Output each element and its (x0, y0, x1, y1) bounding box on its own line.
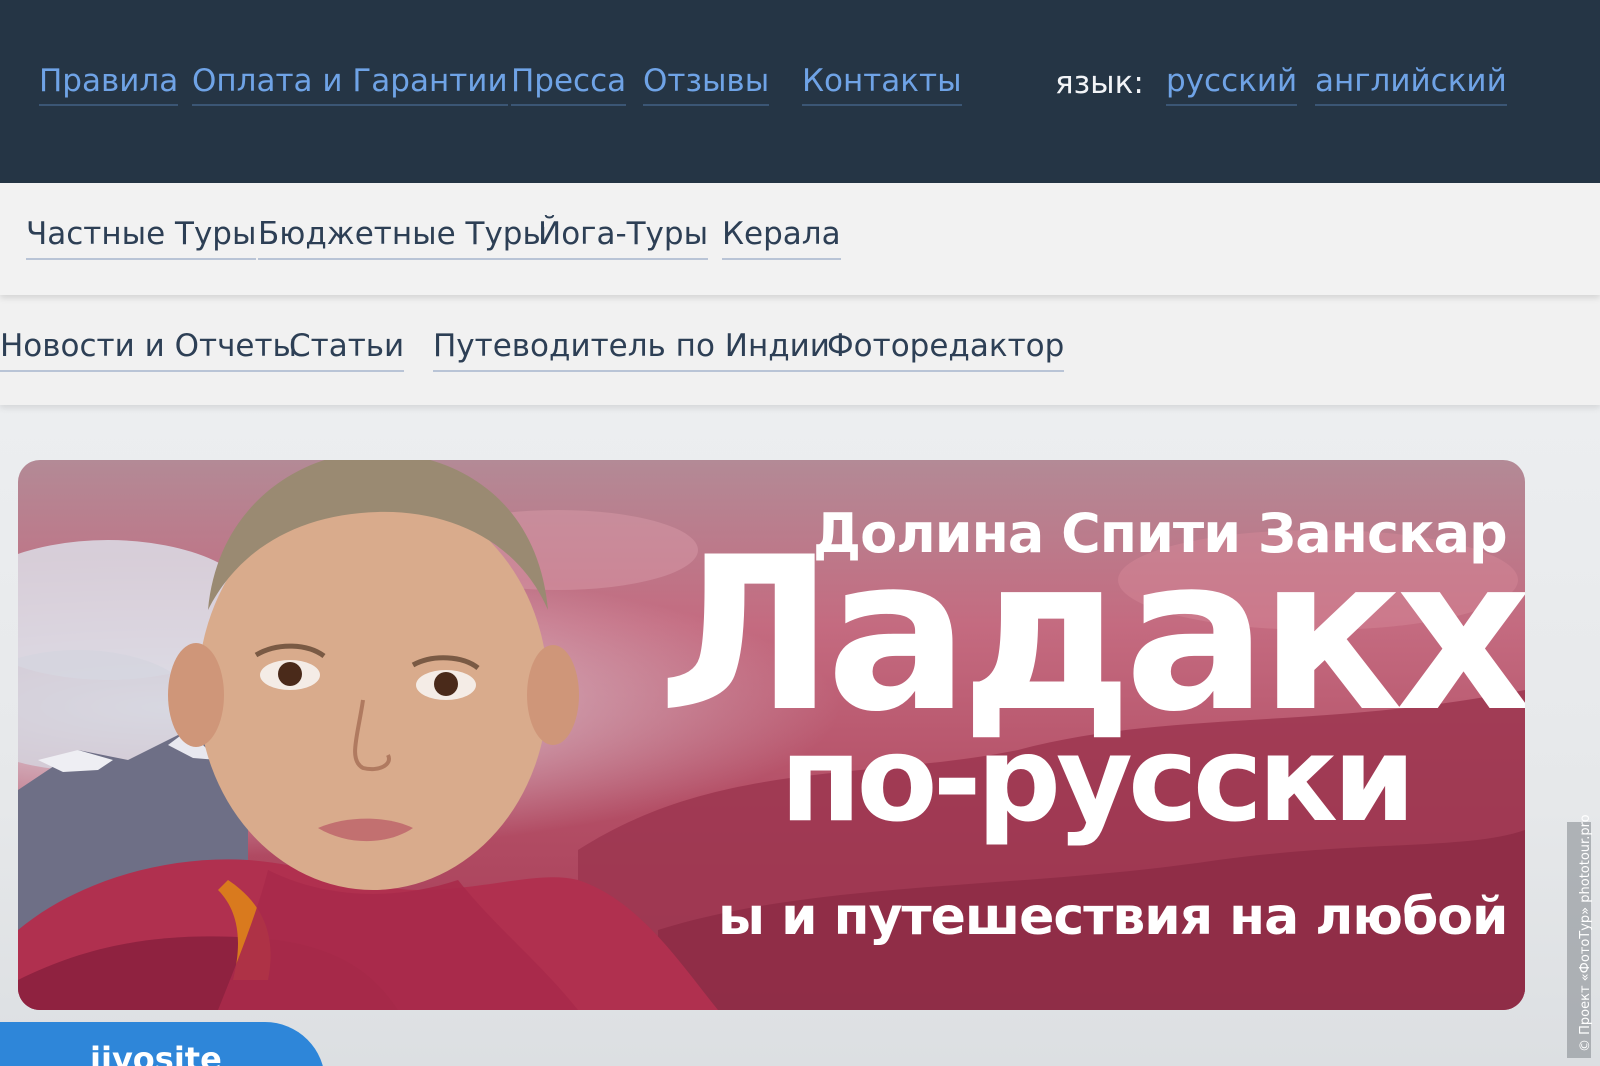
chat-widget-button[interactable]: jivosite (0, 1022, 325, 1066)
language-english-link[interactable]: английский (1315, 63, 1507, 106)
menu-item-kerala[interactable]: Керала (722, 216, 841, 260)
nav-link-reviews[interactable]: Отзывы (643, 63, 770, 106)
menu-item-private-tours[interactable]: Частные Туры (26, 216, 257, 260)
banner-title-secondary: по-русски (780, 710, 1416, 848)
nav-link-contacts[interactable]: Контакты (802, 63, 962, 106)
nav-link-rules[interactable]: Правила (39, 63, 179, 106)
chat-widget-label: jivosite (90, 1040, 222, 1066)
menu-item-yoga-tours[interactable]: Йога-Туры (538, 216, 709, 260)
nav-link-payment-guarantees[interactable]: Оплата и Гарантии (192, 63, 508, 106)
tours-menu: Частные Туры Бюджетные Туры Йога-Туры Ке… (0, 183, 1600, 295)
hero-banner[interactable]: Долина Спити Занскар Ладакх по-русски ы … (18, 460, 1525, 1010)
menu-item-budget-tours[interactable]: Бюджетные Туры (258, 216, 547, 260)
language-label: язык: (1055, 65, 1144, 101)
menu-item-photo-editor[interactable]: Фоторедактор (827, 328, 1065, 372)
menu-item-articles[interactable]: Статьи (289, 328, 405, 372)
nav-link-press[interactable]: Пресса (511, 63, 627, 106)
copyright-text: © Проект «ФотоТур» phototour.pro (1578, 814, 1593, 1052)
language-russian-link[interactable]: русский (1166, 63, 1298, 106)
top-navigation-bar: Правила Оплата и Гарантии Пресса Отзывы … (0, 0, 1600, 183)
info-menu: Новости и Отчеты Статьи Путеводитель по … (0, 295, 1600, 405)
menu-item-news-reports[interactable]: Новости и Отчеты (0, 328, 297, 372)
menu-item-india-guide[interactable]: Путеводитель по Индии (433, 328, 830, 372)
banner-tagline: ы и путешествия на любой вкус (718, 887, 1525, 947)
